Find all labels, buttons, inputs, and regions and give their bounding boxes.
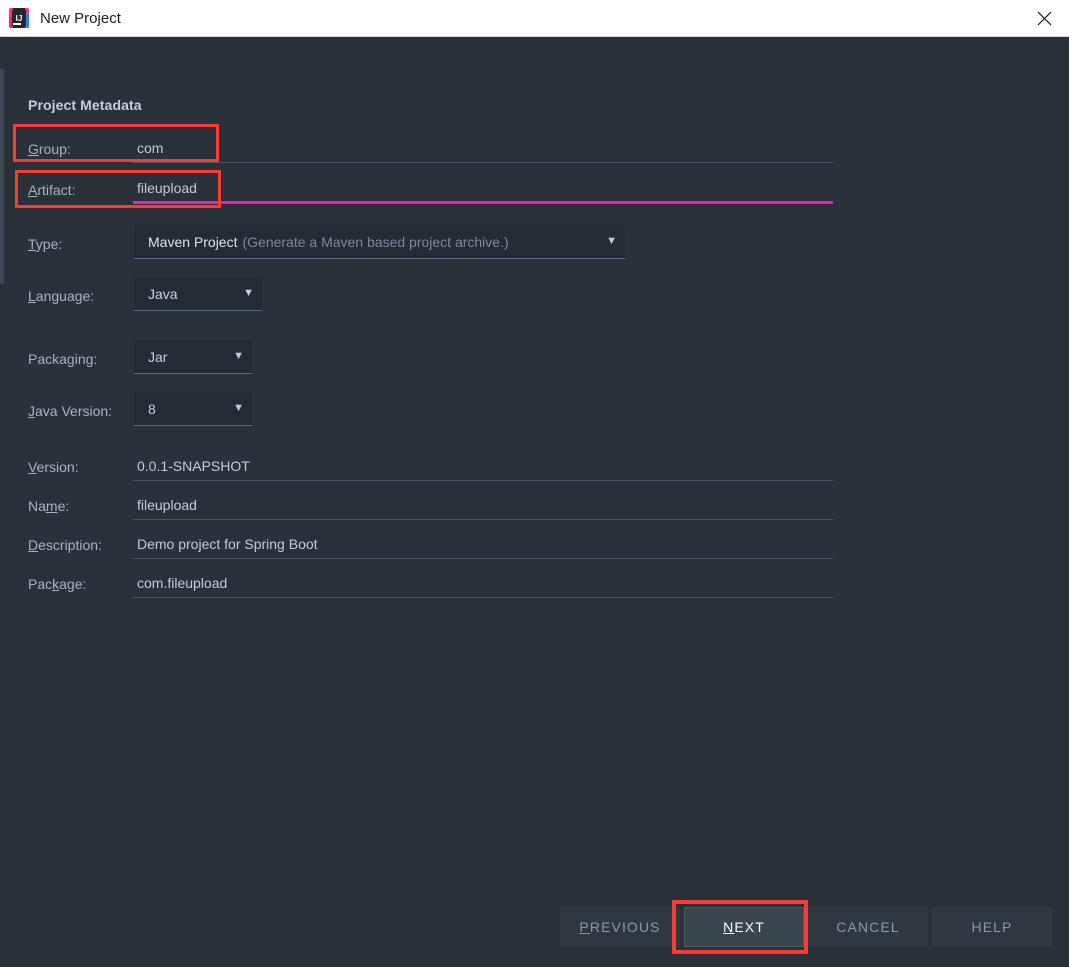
packaging-combo[interactable]: Jar ▼ — [134, 340, 252, 374]
language-value: Java — [148, 285, 178, 302]
next-button-wrapper: N EXT — [672, 900, 808, 954]
previous-button[interactable]: P REVIOUS — [560, 907, 680, 947]
type-value: Maven Project — [148, 233, 238, 250]
label-type: Type: — [28, 236, 63, 252]
new-project-dialog: IJ New Project Project Metadata Group: c… — [0, 0, 1069, 967]
java-version-combo[interactable]: 8 ▼ — [134, 392, 252, 426]
version-value: 0.0.1-SNAPSHOT — [137, 457, 250, 474]
group-value: com — [137, 139, 164, 156]
packaging-value: Jar — [148, 348, 168, 365]
chevron-down-icon[interactable]: ▼ — [596, 236, 617, 247]
window-title: New Project — [40, 9, 121, 27]
chevron-down-icon[interactable]: ▼ — [223, 351, 244, 362]
label-package: Package: — [28, 576, 87, 592]
label-artifact: Artifact: — [28, 182, 76, 198]
type-combo[interactable]: Maven Project (Generate a Maven based pr… — [134, 225, 625, 259]
next-button[interactable]: N EXT — [684, 907, 804, 947]
description-value: Demo project for Spring Boot — [137, 535, 318, 552]
label-name: Name: — [28, 498, 70, 514]
type-hint: (Generate a Maven based project archive.… — [242, 233, 509, 250]
dialog-content: Project Metadata Group: com Artifact: fi… — [0, 37, 1069, 967]
help-button[interactable]: HELP — [932, 907, 1052, 947]
label-packaging: Packaging: — [28, 351, 98, 367]
label-description: Description: — [28, 537, 102, 553]
content-scrollbar[interactable] — [0, 37, 4, 967]
chevron-down-icon[interactable]: ▼ — [223, 403, 244, 414]
dialog-button-bar: P REVIOUS N EXT CANCEL HELP — [0, 900, 1069, 967]
artifact-value: fileupload — [137, 179, 197, 196]
name-input[interactable]: fileupload — [133, 490, 833, 520]
version-input[interactable]: 0.0.1-SNAPSHOT — [133, 451, 833, 481]
help-label: HELP — [971, 919, 1013, 935]
java-version-value: 8 — [148, 400, 156, 417]
package-value: com.fileupload — [137, 574, 228, 591]
label-group: Group: — [28, 141, 71, 157]
close-icon[interactable] — [1020, 0, 1069, 36]
package-input[interactable]: com.fileupload — [133, 568, 833, 598]
group-input[interactable]: com — [133, 133, 833, 163]
chevron-down-icon[interactable]: ▼ — [233, 288, 254, 299]
artifact-input[interactable]: fileupload — [133, 174, 833, 204]
page-title: Project Metadata — [28, 97, 142, 113]
cancel-button[interactable]: CANCEL — [808, 907, 928, 947]
label-version: Version: — [28, 459, 79, 475]
description-input[interactable]: Demo project for Spring Boot — [133, 529, 833, 559]
label-language: Language: — [28, 288, 95, 304]
intellij-idea-icon: IJ — [9, 8, 29, 28]
window-titlebar: IJ New Project — [0, 0, 1069, 37]
label-java-version: Java Version: — [28, 403, 113, 419]
scrollbar-thumb[interactable] — [0, 69, 4, 284]
cancel-label: CANCEL — [836, 919, 900, 935]
name-value: fileupload — [137, 496, 197, 513]
language-combo[interactable]: Java ▼ — [134, 277, 262, 311]
icon-underbar — [13, 23, 21, 25]
